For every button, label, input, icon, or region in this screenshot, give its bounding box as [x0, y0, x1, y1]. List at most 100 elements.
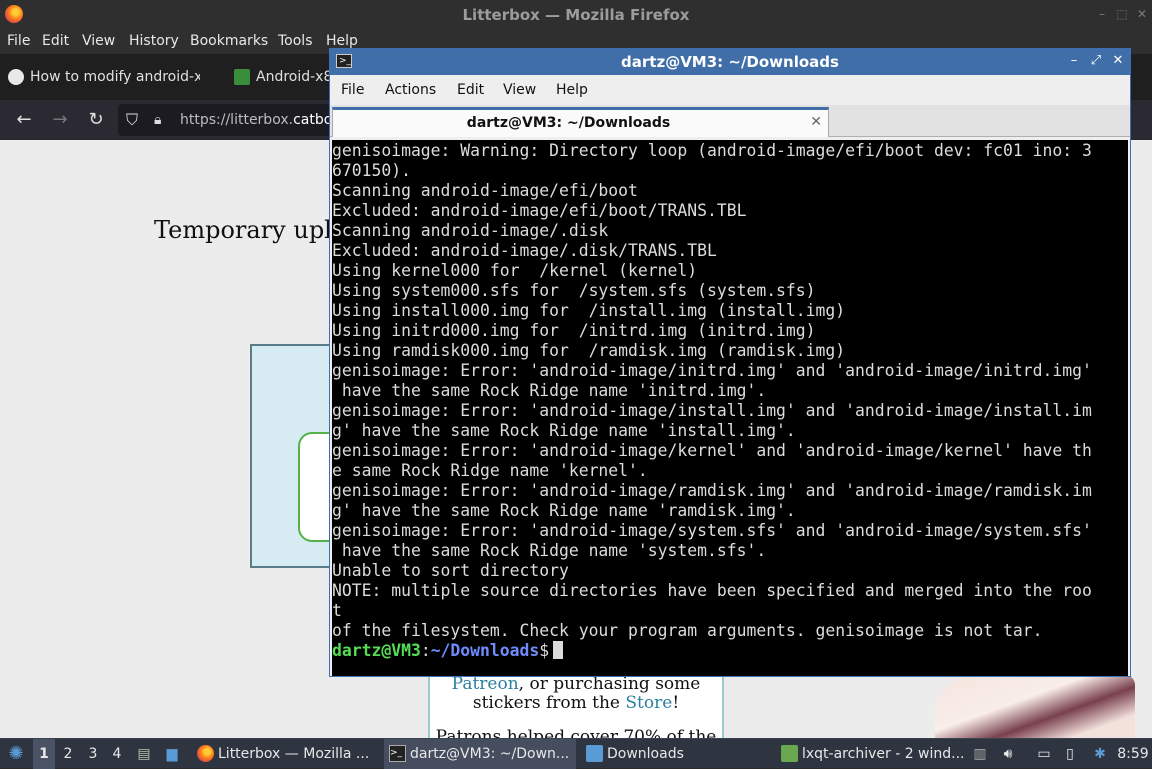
tab-android[interactable]: Android-x8 — [226, 60, 330, 94]
terminal-tab[interactable]: dartz@VM3: ~/Downloads ✕ — [332, 107, 829, 137]
url-domain: catbo — [293, 112, 333, 128]
task-label: Litterbox — Mozilla ... — [218, 746, 370, 762]
firefox-icon — [197, 745, 214, 762]
menu-help[interactable]: Help — [556, 82, 588, 98]
support-text: Patrons helped cover 70% of the — [435, 727, 717, 738]
terminal-icon: >_ — [389, 745, 406, 762]
terminal-line: genisoimage: Warning: Directory loop (an… — [332, 141, 1092, 160]
maximize-icon[interactable]: ⬚ — [1114, 6, 1130, 22]
menu-help[interactable]: Help — [326, 33, 358, 49]
support-text: stickers from the — [472, 693, 626, 713]
archive-icon — [781, 745, 798, 762]
terminal-line: Using initrd000.img for /initrd.img (ini… — [332, 321, 816, 340]
close-tab-icon[interactable]: ✕ — [810, 114, 822, 130]
patreon-link[interactable]: Patreon — [452, 674, 519, 694]
clipboard-icon[interactable]: ▥ — [970, 739, 990, 769]
start-menu-icon[interactable]: ✺ — [4, 739, 28, 769]
terminal-line: Unable to sort directory — [332, 561, 569, 580]
terminal-line: Using kernel000 for /kernel (kernel) — [332, 261, 698, 280]
task-firefox[interactable]: Litterbox — Mozilla ... — [192, 739, 380, 769]
close-icon[interactable]: ✕ — [1134, 6, 1150, 22]
text-cursor — [553, 641, 564, 659]
notes-icon[interactable]: ▯ — [1060, 739, 1080, 769]
lock-icon: 🔒︎ — [154, 112, 162, 128]
menu-view[interactable]: View — [503, 82, 536, 98]
terminal-window: >_ dartz@VM3: ~/Downloads – ⤢ ✕ File Act… — [329, 48, 1131, 677]
task-lxqt-archiver[interactable]: lxqt-archiver - 2 wind... — [776, 739, 966, 769]
desktop-4[interactable]: 4 — [106, 739, 128, 769]
clock[interactable]: 8:59 — [1116, 739, 1150, 769]
terminal-line: g' have the same Rock Ridge name 'instal… — [332, 421, 796, 440]
terminal-line: genisoimage: Error: 'android-image/syste… — [332, 521, 1092, 540]
terminal-line: genisoimage: Error: 'android-image/initr… — [332, 361, 1092, 380]
terminal-output[interactable]: genisoimage: Warning: Directory loop (an… — [332, 140, 1128, 676]
terminal-line: Using install000.img for /install.img (i… — [332, 301, 846, 320]
menu-tools[interactable]: Tools — [278, 33, 313, 49]
support-text: ! — [672, 693, 680, 713]
prompt-symbol: $ — [539, 641, 550, 660]
menu-edit[interactable]: Edit — [457, 82, 484, 98]
menu-edit[interactable]: Edit — [42, 33, 69, 49]
shield-icon: ⛉ — [126, 110, 139, 129]
task-downloads[interactable]: Downloads — [581, 739, 771, 769]
terminal-line: 670150). — [332, 161, 411, 180]
terminal-line: Scanning android-image/.disk — [332, 221, 609, 240]
menu-actions[interactable]: Actions — [385, 82, 436, 98]
menu-bookmarks[interactable]: Bookmarks — [190, 33, 268, 49]
terminal-line: genisoimage: Error: 'android-image/insta… — [332, 401, 1092, 420]
support-panel: Patreon, or purchasing some stickers fro… — [428, 670, 724, 738]
terminal-line: have the same Rock Ridge name 'system.sf… — [332, 541, 767, 560]
show-desktop-icon[interactable]: ▆ — [161, 739, 183, 769]
bluetooth-icon[interactable]: ✱ — [1090, 739, 1110, 769]
terminal-line: Excluded: android-image/.disk/TRANS.TBL — [332, 241, 717, 260]
firefox-titlebar[interactable]: Litterbox — Mozilla Firefox – ⬚ ✕ — [0, 0, 1152, 30]
decorative-illustration — [935, 675, 1135, 738]
reload-icon[interactable]: ↻ — [84, 108, 108, 132]
prompt-separator: : — [420, 641, 431, 660]
support-text: , or purchasing some — [518, 674, 701, 694]
back-arrow-icon[interactable]: ← — [12, 108, 36, 132]
menu-view[interactable]: View — [82, 33, 115, 49]
minimize-icon[interactable]: – — [1094, 6, 1110, 22]
terminal-line: Using ramdisk000.img for /ramdisk.img (r… — [332, 341, 846, 360]
android-site-icon — [234, 69, 250, 85]
terminal-prompt[interactable]: dartz@VM3:~/Downloads$ — [332, 641, 1092, 661]
desktop-1[interactable]: 1 — [33, 739, 55, 769]
menu-file[interactable]: File — [341, 82, 364, 98]
desktop-2[interactable]: 2 — [57, 739, 79, 769]
prompt-path: ~/Downloads — [430, 641, 540, 660]
tab-github[interactable]: How to modify android-x — [0, 60, 200, 94]
task-terminal[interactable]: >_ dartz@VM3: ~/Down... — [384, 739, 576, 769]
close-icon[interactable]: ✕ — [1110, 53, 1126, 69]
github-icon — [8, 69, 24, 85]
menu-file[interactable]: File — [7, 33, 30, 49]
tab-label: Android-x8 — [256, 69, 330, 85]
terminal-line: Excluded: android-image/efi/boot/TRANS.T… — [332, 201, 747, 220]
menu-history[interactable]: History — [129, 33, 179, 49]
url-prefix: https://litterbox. — [180, 112, 294, 128]
task-label: Downloads — [607, 746, 684, 762]
volume-icon[interactable]: 🔊︎ — [998, 739, 1018, 769]
terminal-line: of the filesystem. Check your program ar… — [332, 621, 1043, 640]
terminal-window-title: dartz@VM3: ~/Downloads — [621, 53, 839, 71]
desktop-3[interactable]: 3 — [82, 739, 104, 769]
task-label: dartz@VM3: ~/Down... — [410, 746, 570, 762]
page-title: Temporary upl — [154, 216, 332, 244]
terminal-line: g' have the same Rock Ridge name 'ramdis… — [332, 501, 796, 520]
network-icon[interactable]: ▭ — [1034, 739, 1054, 769]
file-manager-launcher-icon[interactable]: ▤ — [133, 739, 155, 769]
terminal-titlebar[interactable]: >_ dartz@VM3: ~/Downloads – ⤢ ✕ — [330, 49, 1130, 75]
forward-arrow-icon[interactable]: → — [48, 108, 72, 132]
minimize-icon[interactable]: – — [1066, 53, 1082, 69]
firefox-window-title: Litterbox — Mozilla Firefox — [462, 6, 690, 24]
terminal-tabbar: dartz@VM3: ~/Downloads ✕ — [330, 105, 1130, 137]
maximize-icon[interactable]: ⤢ — [1088, 53, 1104, 69]
folder-icon — [586, 745, 603, 762]
terminal-line: have the same Rock Ridge name 'initrd.im… — [332, 381, 767, 400]
terminal-lines: genisoimage: Warning: Directory loop (an… — [332, 141, 1092, 661]
store-link[interactable]: Store — [625, 693, 672, 713]
terminal-line: Scanning android-image/efi/boot — [332, 181, 638, 200]
terminal-line: t — [332, 601, 342, 620]
prompt-user: dartz@VM3 — [332, 641, 421, 660]
terminal-line: genisoimage: Error: 'android-image/kerne… — [332, 441, 1092, 460]
